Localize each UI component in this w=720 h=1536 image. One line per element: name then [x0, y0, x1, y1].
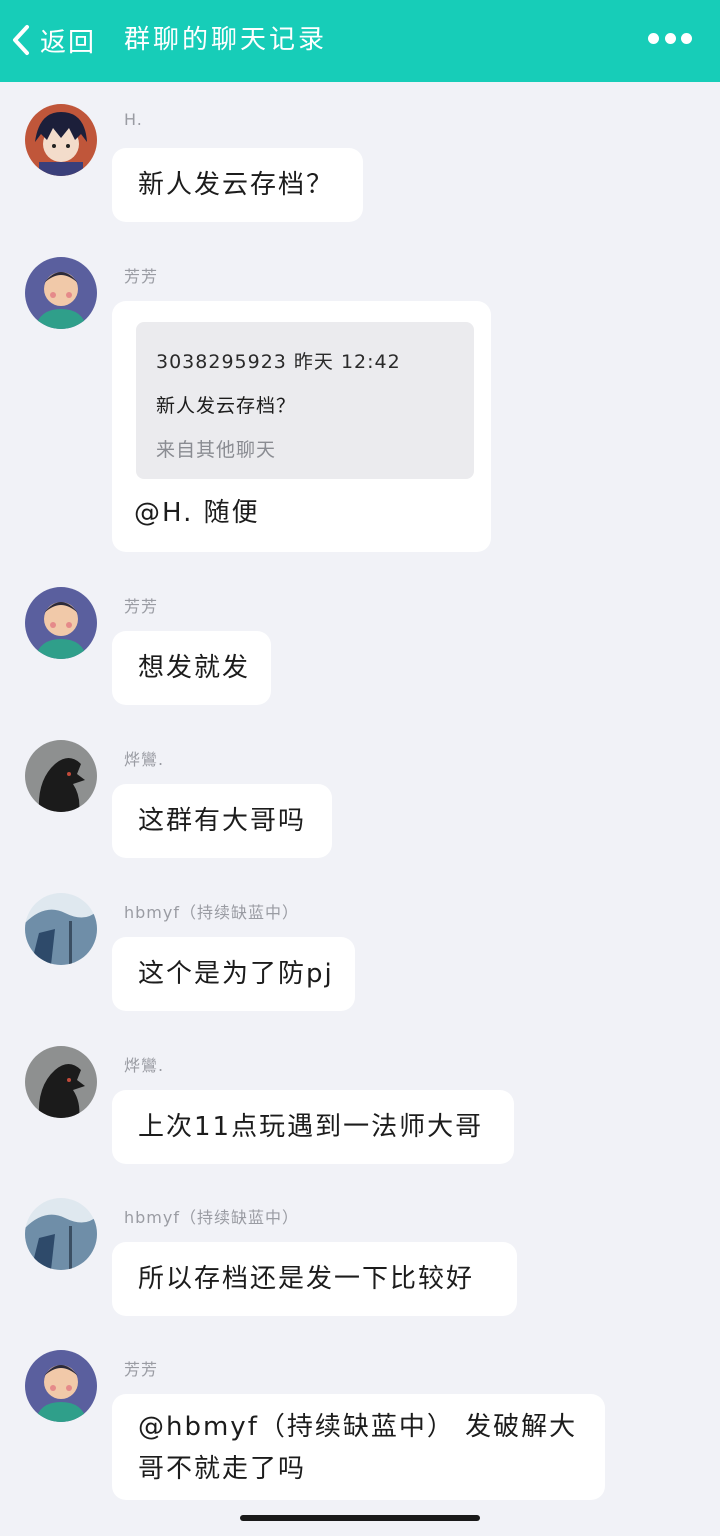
message-bubble[interactable]: 上次11点玩遇到一法师大哥 — [112, 1090, 514, 1164]
message-bubble[interactable]: 想发就发 — [112, 631, 271, 705]
message-bubble[interactable]: 这个是为了防pj — [112, 937, 355, 1011]
more-options-button[interactable] — [648, 28, 692, 48]
sender-name: 芳芳 — [124, 1360, 159, 1379]
avatar[interactable] — [25, 257, 97, 329]
sender-name: H. — [124, 110, 143, 129]
back-label: 返回 — [40, 27, 97, 58]
chevron-left-icon — [13, 25, 29, 55]
sender-name: hbmyf（持续缺蓝中） — [124, 1208, 299, 1227]
quote-meta: 3038295923 昨天 12:42 — [156, 351, 401, 373]
sender-name: 芳芳 — [124, 267, 159, 286]
sender-name: 烨鸞. — [124, 1056, 165, 1075]
sender-name: 烨鸞. — [124, 750, 165, 769]
sender-name: hbmyf（持续缺蓝中） — [124, 903, 299, 922]
quote-source: 来自其他聊天 — [156, 439, 277, 461]
avatar[interactable] — [25, 1046, 97, 1118]
home-indicator[interactable] — [240, 1515, 480, 1521]
avatar[interactable] — [25, 104, 97, 176]
back-button[interactable]: 返回 — [10, 18, 96, 62]
quoted-message[interactable]: 3038295923 昨天 12:42 新人发云存档？ 来自其他聊天 — [136, 322, 474, 479]
avatar[interactable] — [25, 1350, 97, 1422]
avatar[interactable] — [25, 1198, 97, 1270]
avatar[interactable] — [25, 587, 97, 659]
more-dots-icon — [681, 32, 692, 44]
message-bubble[interactable]: 这群有大哥吗 — [112, 784, 332, 858]
message-bubble[interactable]: 新人发云存档？ — [112, 148, 363, 222]
avatar[interactable] — [25, 740, 97, 812]
top-bar: 返回 群聊的聊天记录 — [0, 0, 720, 82]
more-dots-icon — [664, 32, 676, 44]
avatar[interactable] — [25, 893, 97, 965]
message-bubble[interactable]: 所以存档还是发一下比较好 — [112, 1242, 517, 1316]
message-bubble[interactable]: @hbmyf（持续缺蓝中） 发破解大哥不就走了吗 — [112, 1394, 605, 1500]
reply-text: @H. 随便 — [134, 498, 260, 528]
quote-text: 新人发云存档？ — [156, 395, 297, 417]
page-title: 群聊的聊天记录 — [124, 25, 328, 55]
sender-name: 芳芳 — [124, 597, 159, 616]
more-dots-icon — [648, 32, 659, 44]
